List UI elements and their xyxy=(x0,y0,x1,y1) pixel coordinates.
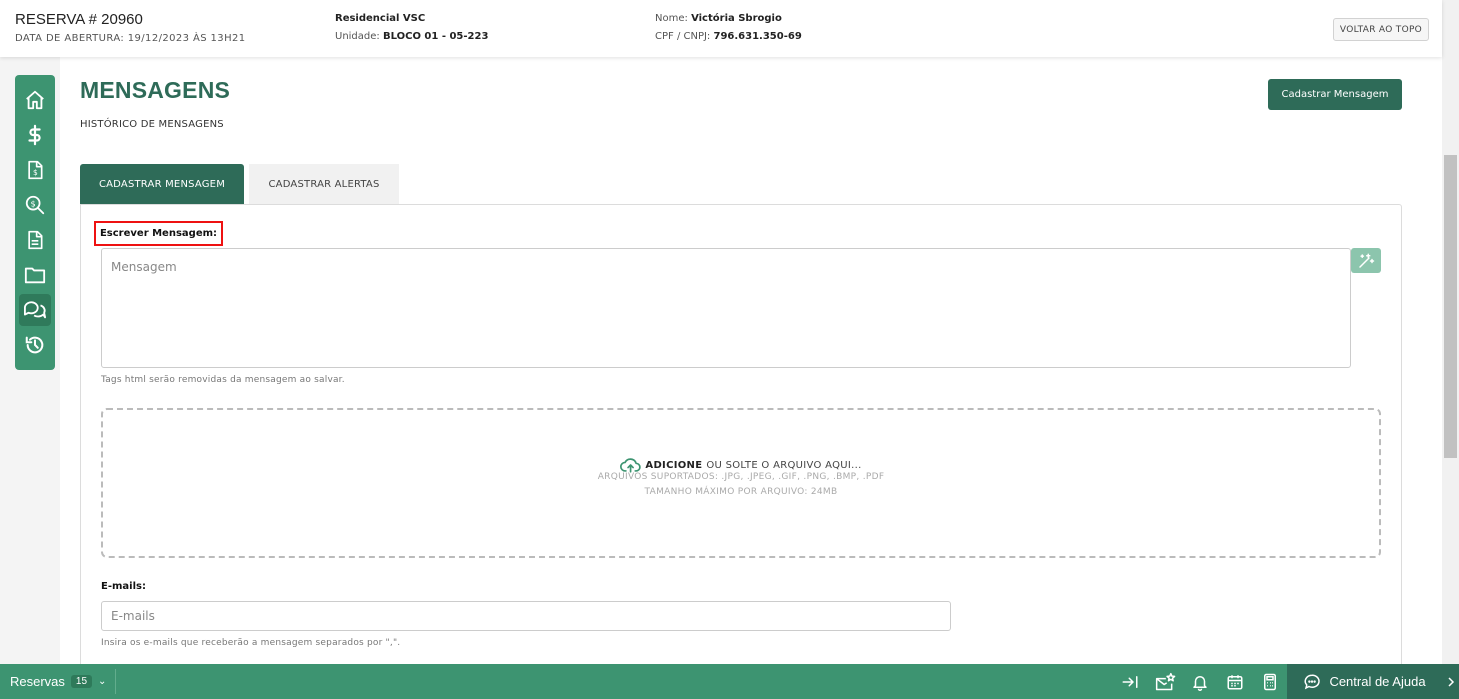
cpf-label: CPF / CNPJ: xyxy=(655,31,711,42)
reservation-number: RESERVA # 20960 xyxy=(15,11,143,28)
svg-text:$: $ xyxy=(33,168,38,177)
calculator-icon xyxy=(1264,673,1276,690)
sidebar: $ $ xyxy=(15,75,55,370)
page-title: MENSAGENS xyxy=(80,77,231,103)
dropzone-max-size: TAMANHO MÁXIMO POR ARQUIVO: 24MB xyxy=(644,487,838,497)
document-icon xyxy=(28,230,43,250)
sidebar-item-finance[interactable] xyxy=(19,119,51,151)
chat-bubble-icon xyxy=(1304,673,1321,689)
unit-value: BLOCO 01 - 05-223 xyxy=(382,31,489,42)
arrow-to-right-icon xyxy=(1122,675,1138,688)
reservation-header: RESERVA # 20960 DATA DE ABERTURA: 19/12/… xyxy=(0,0,1442,57)
sidebar-item-search-finance[interactable]: $ xyxy=(19,189,51,221)
footer-scroll-right[interactable] xyxy=(1442,664,1459,699)
sidebar-item-documents[interactable] xyxy=(19,224,51,256)
calculator-button[interactable] xyxy=(1255,664,1285,699)
help-center-button[interactable]: Central de Ajuda xyxy=(1287,664,1442,699)
unit-info: Unidade: BLOCO 01 - 05-223 xyxy=(335,31,488,42)
opening-date: DATA DE ABERTURA: 19/12/2023 ÀS 13H21 xyxy=(15,33,246,44)
collapse-button[interactable] xyxy=(1115,664,1145,699)
dollar-icon xyxy=(28,124,41,146)
history-icon xyxy=(25,336,44,354)
bell-icon xyxy=(1193,675,1207,691)
dropzone-add-text: ADICIONE xyxy=(645,459,703,471)
message-label: Escrever Mensagem: xyxy=(94,221,223,246)
client-name: Nome: Victória Sbrogio xyxy=(655,13,782,24)
name-label: Nome: xyxy=(655,13,688,24)
client-cpf: CPF / CNPJ: 796.631.350-69 xyxy=(655,31,802,42)
calendar-button[interactable] xyxy=(1220,664,1250,699)
chevron-right-icon xyxy=(1447,676,1454,687)
project-name: Residencial VSC xyxy=(335,13,425,24)
search-money-icon: $ xyxy=(25,195,45,215)
svg-text:$: $ xyxy=(31,198,36,208)
scrollbar-thumb[interactable] xyxy=(1444,155,1457,458)
reservas-dropdown[interactable]: Reservas 15 ⌄ xyxy=(10,664,106,699)
emails-hint: Insira os e-mails que receberão a mensag… xyxy=(101,638,401,648)
reservas-label: Reservas xyxy=(10,674,65,689)
sidebar-item-invoice[interactable]: $ xyxy=(19,154,51,186)
cpf-value: 796.631.350-69 xyxy=(713,31,802,42)
folder-icon xyxy=(24,267,46,284)
sidebar-item-messages[interactable] xyxy=(19,294,51,326)
messages-icon xyxy=(24,301,46,319)
emails-label: E-mails: xyxy=(101,581,146,592)
message-textarea[interactable]: Mensagem xyxy=(101,248,1351,368)
dropzone-formats: ARQUIVOS SUPORTADOS: .JPG, .JPEG, .GIF, … xyxy=(597,472,885,482)
project-name-value: Residencial VSC xyxy=(335,13,426,24)
magic-wand-icon xyxy=(1359,253,1375,268)
back-to-top-button[interactable]: VOLTAR AO TOPO xyxy=(1333,18,1429,41)
magic-format-button[interactable] xyxy=(1351,248,1381,273)
chevron-down-icon: ⌄ xyxy=(98,676,107,687)
tab-register-alerts[interactable]: CADASTRAR ALERTAS xyxy=(249,164,399,204)
favorite-messages-button[interactable] xyxy=(1150,664,1180,699)
sidebar-item-home[interactable] xyxy=(19,84,51,116)
register-message-button[interactable]: Cadastrar Mensagem xyxy=(1268,79,1402,110)
message-hint: Tags html serão removidas da mensagem ao… xyxy=(101,375,345,385)
page-subtitle: HISTÓRICO DE MENSAGENS xyxy=(80,119,224,130)
dropzone-drop-text: OU SOLTE O ARQUIVO AQUI... xyxy=(706,459,862,471)
name-value: Victória Sbrogio xyxy=(691,13,782,24)
reservas-count-badge: 15 xyxy=(70,675,93,688)
bottom-bar: Reservas 15 ⌄ Central de Ajuda xyxy=(0,664,1459,699)
unit-label: Unidade: xyxy=(335,31,380,42)
sidebar-item-files[interactable] xyxy=(19,259,51,291)
invoice-icon: $ xyxy=(28,160,43,180)
tab-register-message[interactable]: CADASTRAR MENSAGEM xyxy=(80,164,244,204)
file-dropzone[interactable]: ADICIONE OU SOLTE O ARQUIVO AQUI... ARQU… xyxy=(101,408,1381,558)
emails-input[interactable]: E-mails xyxy=(101,601,951,631)
calendar-icon xyxy=(1227,674,1243,689)
sidebar-item-history[interactable] xyxy=(19,329,51,361)
mail-star-icon xyxy=(1155,672,1176,690)
help-center-label: Central de Ajuda xyxy=(1329,674,1426,689)
notifications-button[interactable] xyxy=(1185,664,1215,699)
home-icon xyxy=(26,90,44,110)
footer-divider xyxy=(115,669,116,694)
